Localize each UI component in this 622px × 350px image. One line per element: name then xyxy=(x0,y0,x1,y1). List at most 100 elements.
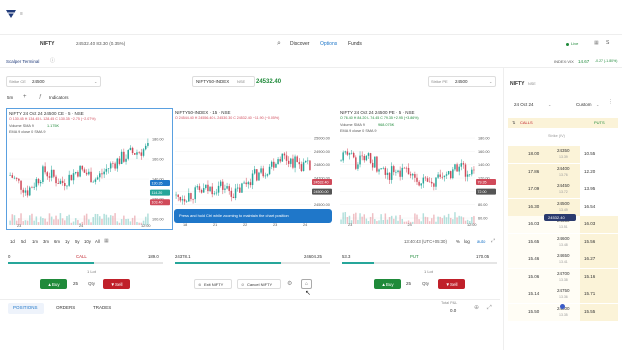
timeframe-1d[interactable]: 1d xyxy=(10,239,15,244)
nav-funds[interactable]: Funds xyxy=(348,42,362,47)
strike-ce-value: 24500 xyxy=(32,79,45,84)
tab-orders[interactable]: ORDERS xyxy=(56,305,75,311)
cancel-icon: ⊘ xyxy=(241,282,245,287)
info-icon[interactable]: ⓘ xyxy=(50,59,55,64)
volume-bar xyxy=(456,217,458,224)
candle-body xyxy=(428,181,431,183)
candle-body xyxy=(277,159,279,164)
sort-icon[interactable]: ⇅ xyxy=(512,121,515,125)
put-buy-button[interactable]: ▲ Buy xyxy=(374,279,401,289)
call-chart[interactable]: 180.00160.00140.00120.00100.00130.35114.… xyxy=(6,108,173,230)
timeframe-3m[interactable]: 3m xyxy=(43,239,49,244)
chain-row[interactable]: 18.00 24350 13.39 10.55 xyxy=(508,146,618,163)
candle-body xyxy=(251,173,254,186)
plus-icon[interactable]: ⊕ xyxy=(474,305,479,311)
volume-bar xyxy=(61,218,64,225)
settings-icon[interactable]: ⚙ xyxy=(287,281,292,287)
tab-positions[interactable]: POSITIONS xyxy=(8,303,44,314)
candle-body xyxy=(458,166,460,172)
calendar-icon[interactable]: ▦ xyxy=(104,239,109,244)
price-tag-label: 72.00 xyxy=(478,190,487,194)
volume-bar xyxy=(92,216,94,225)
ema-label: EMA 9 close 0 SMA 9 xyxy=(9,130,46,134)
timeframe-5d[interactable]: 5d xyxy=(21,239,26,244)
tab-trades[interactable]: TRADES xyxy=(93,305,111,311)
volume-bar xyxy=(355,212,357,224)
put-sell-button[interactable]: ▼ Sell xyxy=(438,279,465,289)
more-icon[interactable]: ⋮ xyxy=(608,100,613,105)
chain-row[interactable]: 17.09 24450 13.72 13.95 xyxy=(508,181,618,198)
exit-all-button[interactable]: ⊗ Exit NIFTY xyxy=(194,279,232,289)
put-chart[interactable]: 180.00160.00140.00120.00100.0080.0060.00… xyxy=(338,108,500,230)
expand-icon[interactable]: ⤢ xyxy=(487,305,492,311)
call-sell-button[interactable]: ▼ Sell xyxy=(103,279,130,289)
chain-row[interactable]: 17.86 24400 13.76 12.20 xyxy=(508,163,618,181)
center-symbol-select[interactable]: NIFTY50-INDEX NSE xyxy=(192,76,255,87)
x-tick-label: 12:00 xyxy=(467,223,477,227)
chain-row[interactable]: 15.14 24750 13.36 15.71 xyxy=(508,286,618,303)
timeframe-6m[interactable]: 6m xyxy=(54,239,60,244)
timeframe-all[interactable]: All xyxy=(95,239,100,244)
candle-body xyxy=(399,170,401,177)
volume-bar xyxy=(31,213,33,225)
volume-bar xyxy=(397,220,399,224)
strike-ce-select[interactable]: Strike CE 24500 ⌄ xyxy=(6,76,101,87)
timeframe-1m[interactable]: 1m xyxy=(32,239,38,244)
call-buy-button[interactable]: ▲ Buy xyxy=(40,279,67,289)
candle-body xyxy=(50,169,53,178)
add-indicator-icon[interactable]: + xyxy=(23,94,27,100)
candle-body xyxy=(262,168,264,177)
fullscreen-icon[interactable]: ⤢ xyxy=(491,239,495,244)
candle-body xyxy=(20,180,22,190)
candle-body xyxy=(296,156,298,163)
avatar[interactable]: S xyxy=(606,41,609,46)
nav-options[interactable]: Options xyxy=(320,42,337,47)
candle-body xyxy=(340,160,342,162)
trade-logo-icon[interactable] xyxy=(5,8,17,20)
chain-row[interactable]: 15.06 24700 13.38 15.16 xyxy=(508,268,618,286)
strike-pe-select[interactable]: Strike PE 24500 ⌄ xyxy=(428,76,496,87)
candle-body xyxy=(109,163,112,169)
chain-scroll-handle[interactable] xyxy=(560,304,565,309)
volume-bar xyxy=(424,216,427,224)
chain-row[interactable]: 15.65 24600 13.48 15.56 xyxy=(508,233,618,251)
lock-icon[interactable]: ⌂ xyxy=(301,279,312,289)
grid-icon[interactable]: ▦ xyxy=(594,41,599,46)
chain-row[interactable]: 16.30 24500 13.49 16.54 xyxy=(508,198,618,216)
tab-scalper-terminal[interactable]: Scalper Terminal xyxy=(6,59,39,65)
timeframe-10y[interactable]: 10y xyxy=(84,239,91,244)
strike-iv: 13.41 xyxy=(559,260,568,264)
hamburger-icon[interactable]: ≡ xyxy=(20,12,23,17)
auto-toggle[interactable]: auto xyxy=(477,239,485,244)
candle-body xyxy=(13,177,16,179)
log-toggle[interactable]: log xyxy=(464,239,470,244)
candle-body xyxy=(236,187,239,189)
call-ltp: 15.46 xyxy=(528,256,540,261)
expiry-select[interactable]: 24 Oct 24 ⌄ xyxy=(512,100,560,110)
candle-body xyxy=(15,177,18,179)
header-symbol[interactable]: NIFTY xyxy=(40,42,54,47)
percent-toggle[interactable]: % xyxy=(456,239,460,244)
chevron-down-icon: ⌄ xyxy=(548,102,552,107)
search-icon[interactable]: ⌕ xyxy=(277,40,281,47)
put-qty-value[interactable]: 25 xyxy=(406,281,411,287)
candle-body xyxy=(403,167,406,169)
indicators-button[interactable]: Indicators xyxy=(49,95,69,101)
cancel-all-button[interactable]: ⊘ Cancel NIFTY xyxy=(237,279,281,289)
volume-bar xyxy=(53,219,55,225)
candle-body xyxy=(136,152,138,155)
put-range-bar: 53.3 PUT 170.05 xyxy=(340,253,498,265)
indicators-icon[interactable]: ƒ xyxy=(39,95,42,100)
center-price: 24532.40 xyxy=(256,79,282,85)
interval-select[interactable]: 5m xyxy=(7,95,13,101)
candle-body xyxy=(222,181,224,190)
volume-bar xyxy=(138,222,140,225)
volume-bar xyxy=(35,216,38,225)
timeframe-5y[interactable]: 5y xyxy=(75,239,80,244)
nav-discover[interactable]: Discover xyxy=(290,42,309,47)
live-status: Live xyxy=(571,41,579,46)
volume-bar xyxy=(33,220,35,225)
timeframe-1y[interactable]: 1y xyxy=(65,239,70,244)
chain-row[interactable]: 15.46 24650 13.41 16.27 xyxy=(508,251,618,268)
call-qty-value[interactable]: 25 xyxy=(73,281,78,287)
